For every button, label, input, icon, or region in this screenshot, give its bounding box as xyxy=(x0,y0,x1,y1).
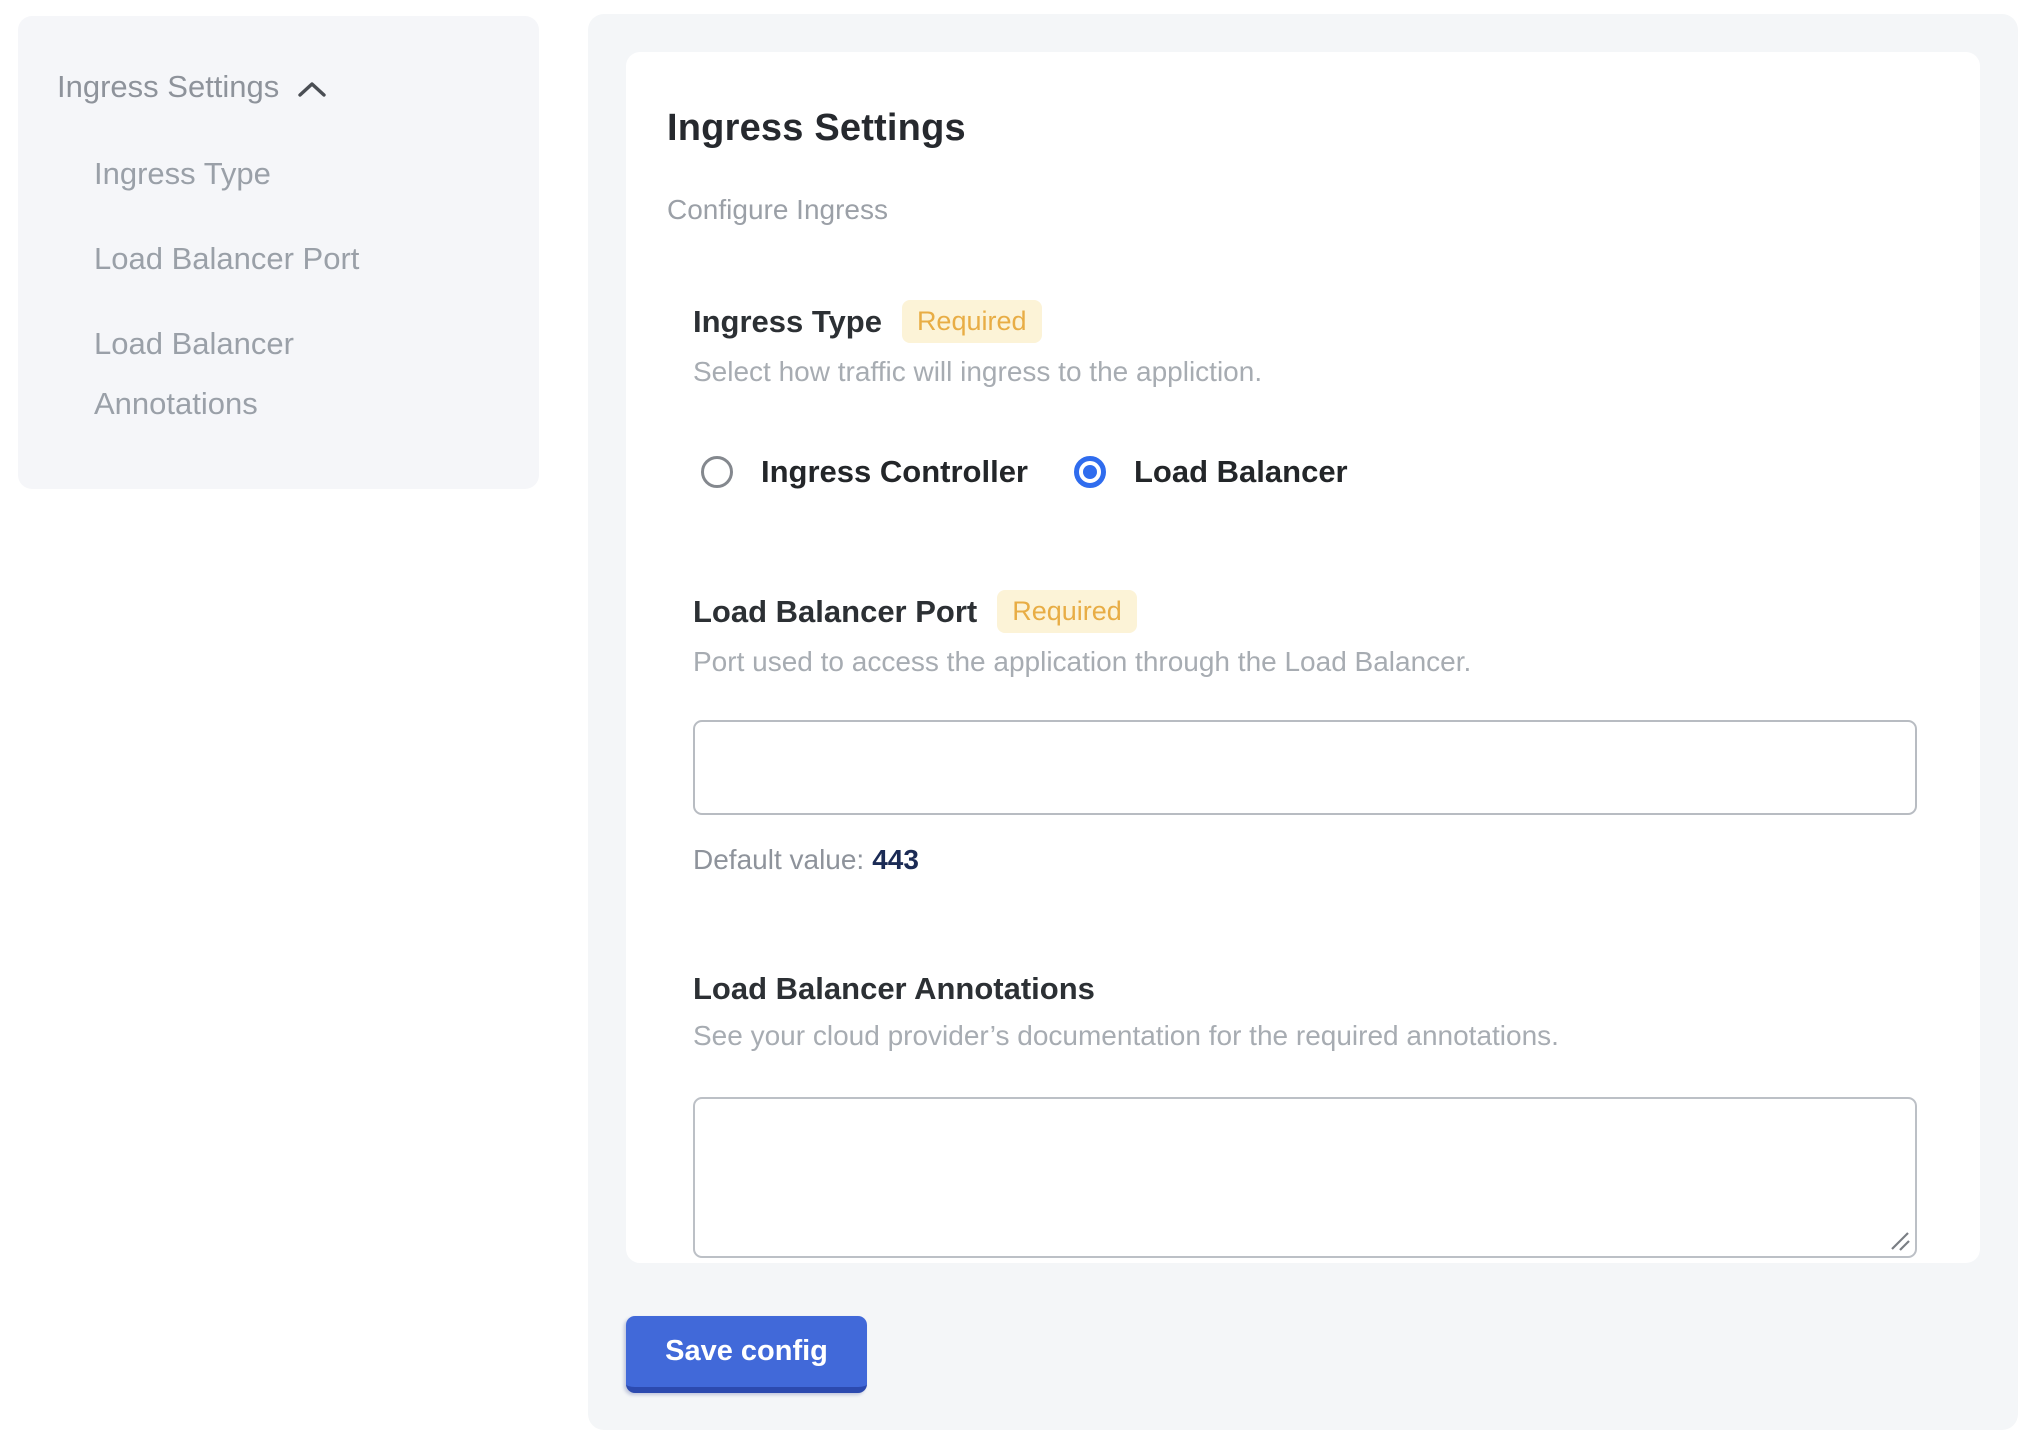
sidebar-item-load-balancer-annotations[interactable]: Load Balancer Annotations xyxy=(94,314,404,434)
main-panel: Ingress Settings Configure Ingress Ingre… xyxy=(588,14,2018,1430)
field-description-load-balancer-port: Port used to access the application thro… xyxy=(693,646,1932,678)
sidebar: Ingress Settings Ingress Type Load Balan… xyxy=(18,16,539,489)
save-config-button[interactable]: Save config xyxy=(626,1316,867,1393)
radio-circle-icon[interactable] xyxy=(701,456,733,488)
fields-container: Ingress Type Required Select how traffic… xyxy=(693,300,1932,1258)
radio-ingress-controller[interactable]: Ingress Controller xyxy=(701,454,1028,490)
field-ingress-type: Ingress Type Required Select how traffic… xyxy=(693,300,1932,490)
radio-dot xyxy=(1083,465,1097,479)
required-badge: Required xyxy=(997,590,1137,633)
chevron-up-icon[interactable] xyxy=(297,80,327,98)
sidebar-item-load-balancer-port[interactable]: Load Balancer Port xyxy=(94,229,404,289)
field-label-load-balancer-annotations: Load Balancer Annotations xyxy=(693,971,1095,1007)
sidebar-section-toggle[interactable]: Ingress Settings xyxy=(57,68,509,106)
sidebar-section-title: Ingress Settings xyxy=(57,68,279,106)
field-description-ingress-type: Select how traffic will ingress to the a… xyxy=(693,356,1932,388)
field-label-load-balancer-port: Load Balancer Port xyxy=(693,594,977,630)
ingress-type-radio-group: Ingress Controller Load Balancer xyxy=(701,454,1932,490)
load-balancer-port-input[interactable] xyxy=(693,720,1917,815)
radio-label-ingress-controller[interactable]: Ingress Controller xyxy=(761,454,1028,490)
load-balancer-annotations-textarea[interactable] xyxy=(693,1097,1917,1258)
field-load-balancer-port: Load Balancer Port Required Port used to… xyxy=(693,590,1932,876)
sidebar-item-ingress-type[interactable]: Ingress Type xyxy=(94,144,404,204)
page-subtitle: Configure Ingress xyxy=(667,194,1932,226)
field-label-ingress-type: Ingress Type xyxy=(693,304,882,340)
ingress-settings-card: Ingress Settings Configure Ingress Ingre… xyxy=(626,52,1980,1263)
default-value-label: Default value: xyxy=(693,844,864,875)
radio-label-load-balancer[interactable]: Load Balancer xyxy=(1134,454,1348,490)
field-description-load-balancer-annotations: See your cloud provider’s documentation … xyxy=(693,1020,1932,1052)
radio-load-balancer[interactable]: Load Balancer xyxy=(1074,454,1348,490)
sidebar-nav: Ingress Type Load Balancer Port Load Bal… xyxy=(94,144,509,434)
required-badge: Required xyxy=(902,300,1042,343)
radio-circle-icon[interactable] xyxy=(1074,456,1106,488)
default-value-helper: Default value: 443 xyxy=(693,844,1932,876)
default-value-number: 443 xyxy=(872,844,919,875)
page-title: Ingress Settings xyxy=(667,107,1932,150)
resize-grip-icon[interactable] xyxy=(1888,1229,1912,1253)
field-load-balancer-annotations: Load Balancer Annotations See your cloud… xyxy=(693,971,1932,1258)
